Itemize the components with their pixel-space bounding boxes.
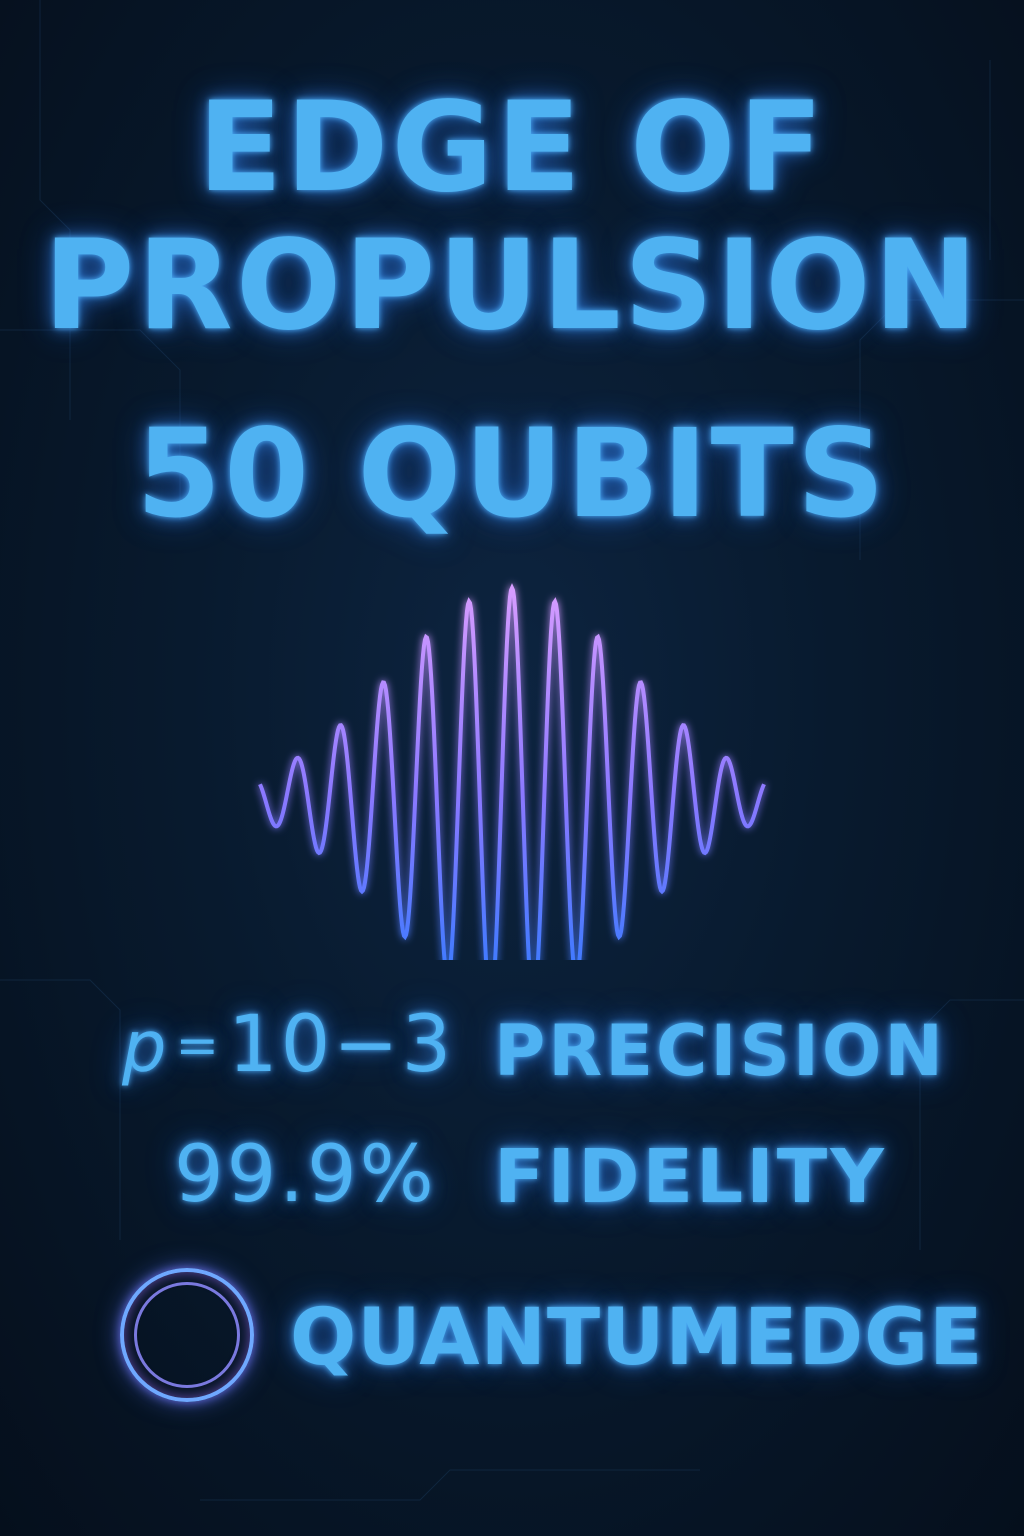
precision-equals: = — [175, 1016, 223, 1076]
precision-value: p =10−3 — [122, 1000, 454, 1092]
wave-packet-graphic — [60, 583, 970, 960]
precision-number: 10−3 — [228, 1000, 455, 1090]
ring-logo-inner — [134, 1282, 240, 1388]
poster: EDGE OF PROPULSION 50 QUBITS p =10−3 PRE… — [0, 0, 1024, 1536]
precision-label: PRECISION — [494, 1010, 946, 1092]
wave-packet-curve — [258, 583, 766, 960]
brand-name: QUANTUMEDGE — [290, 1293, 984, 1383]
fidelity-value: 99.9% — [174, 1130, 437, 1220]
precision-variable: p — [122, 1006, 170, 1088]
title-line-3: 50 QUBITS — [136, 403, 888, 545]
title-line-1: EDGE OF — [197, 76, 827, 220]
ring-logo-icon — [120, 1268, 254, 1402]
fidelity-label: FIDELITY — [494, 1134, 887, 1220]
title-line-2: PROPULSION — [43, 214, 981, 358]
